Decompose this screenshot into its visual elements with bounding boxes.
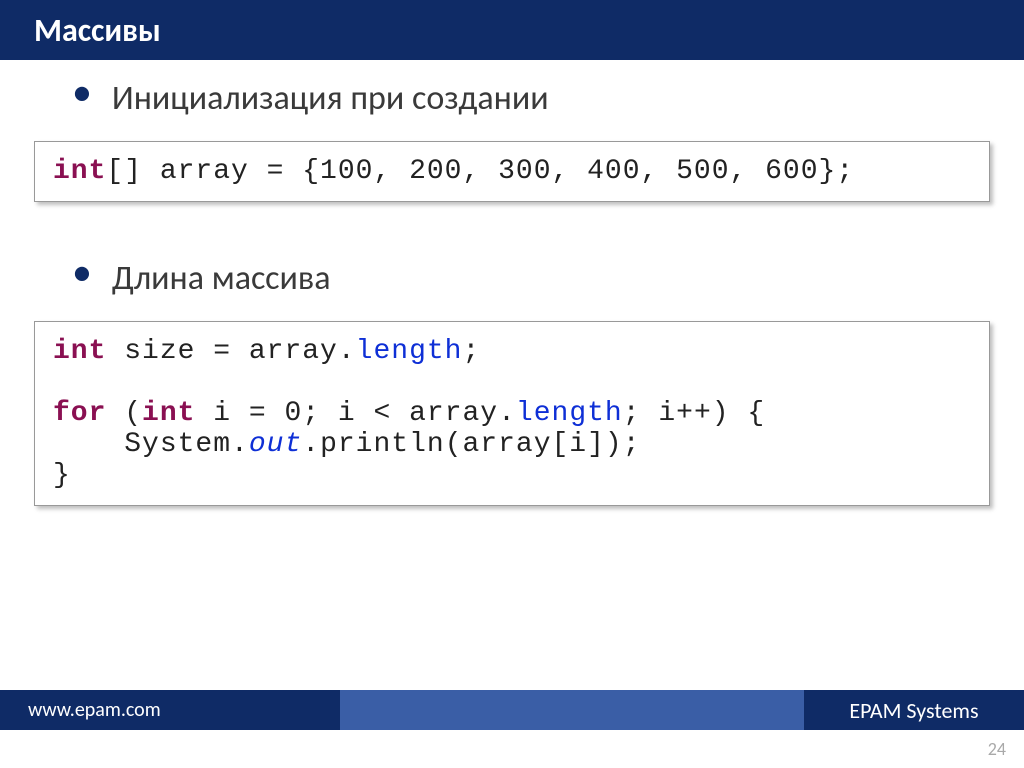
bullet-item: • Инициализация при создании <box>34 78 990 119</box>
page-number: 24 <box>988 738 1006 760</box>
bullet-text: Длина массива <box>112 258 331 299</box>
bullet-dot-icon: • <box>34 82 112 102</box>
footer-company: EPAM Systems <box>804 690 1024 730</box>
code-block-1: int[] array = {100, 200, 300, 400, 500, … <box>34 141 990 202</box>
slide-header: Массивы <box>0 0 1024 60</box>
bullet-text: Инициализация при создании <box>112 78 549 119</box>
code-text: ( <box>106 398 142 429</box>
member-out: out <box>249 429 302 460</box>
code-text: i = 0; i < array. <box>195 398 515 429</box>
footer-url: www.epam.com <box>0 690 340 730</box>
code-block-2: int size = array.length; for (int i = 0;… <box>34 321 990 506</box>
keyword-int: int <box>53 336 106 367</box>
keyword-for: for <box>53 398 106 429</box>
code-text: System. <box>53 429 249 460</box>
footer-spacer <box>340 690 804 730</box>
slide-title: Массивы <box>34 11 161 50</box>
slide-footer: www.epam.com EPAM Systems <box>0 690 1024 730</box>
member-length: length <box>356 336 463 367</box>
keyword-int: int <box>142 398 195 429</box>
slide-content: • Инициализация при создании int[] array… <box>0 60 1024 506</box>
code-text: ; i++) { <box>623 398 765 429</box>
code-text: size = array. <box>106 336 355 367</box>
bullet-item: • Длина массива <box>34 258 990 299</box>
code-text: .println(array[i]); <box>302 429 640 460</box>
code-text: } <box>53 460 71 491</box>
member-length: length <box>516 398 623 429</box>
code-text: [] array = {100, 200, 300, 400, 500, 600… <box>106 156 854 187</box>
code-text: ; <box>463 336 481 367</box>
keyword-int: int <box>53 156 106 187</box>
bullet-dot-icon: • <box>34 262 112 282</box>
